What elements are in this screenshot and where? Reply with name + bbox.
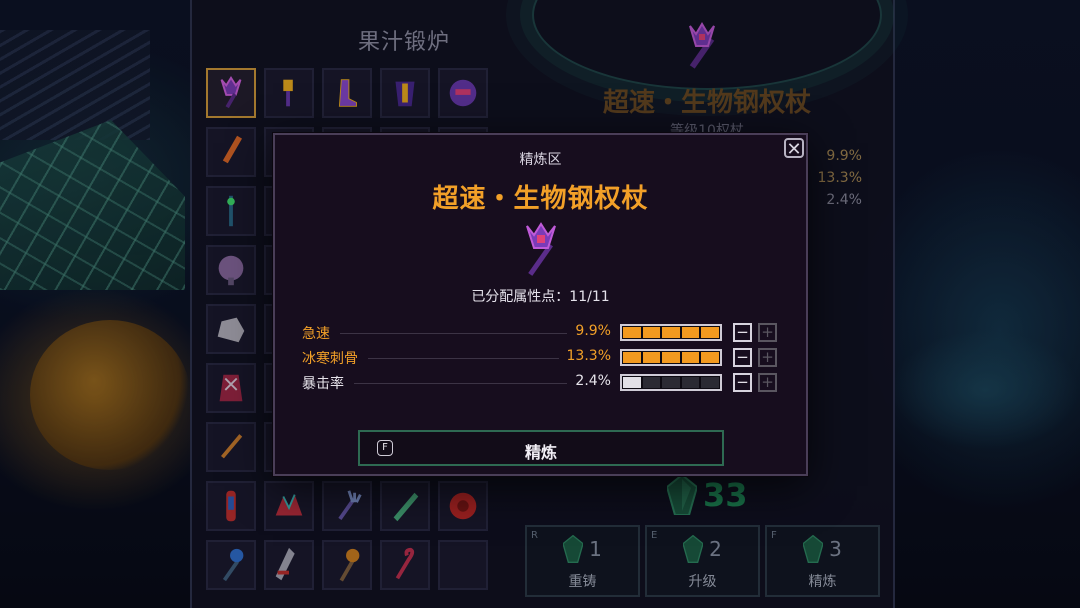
increase-stat-button[interactable]: + [758, 348, 777, 367]
stat-bar-segment [701, 352, 719, 363]
stat-bar-segment [681, 352, 700, 363]
stat-bar-segment [662, 377, 680, 388]
refine-button[interactable]: F 精炼 [358, 430, 724, 466]
stat-leader-line [368, 358, 559, 359]
increase-stat-button[interactable]: + [758, 373, 777, 392]
stat-bar-segment [662, 327, 680, 338]
stat-label: 急速 [302, 326, 330, 342]
stat-row: 暴击率 2.4% − + [302, 372, 782, 394]
refine-dialog: ✕ 精炼区 超速・生物钢权杖 已分配属性点：11/11 急速 9.9% − + 冰寒刺骨… [273, 133, 808, 476]
decrease-stat-button[interactable]: − [733, 373, 752, 392]
stat-bar-segment [701, 377, 719, 388]
stat-leader-line [354, 383, 568, 384]
stat-value: 2.4% [575, 373, 611, 389]
allocated-points: 已分配属性点：11/11 [471, 289, 610, 305]
stat-value: 13.3% [566, 348, 611, 364]
stat-bar-segment [662, 352, 680, 363]
stat-bar [620, 374, 722, 391]
stat-bar-segment [623, 377, 641, 388]
stat-bar-segment [642, 352, 661, 363]
stat-bar-segment [681, 377, 700, 388]
stat-bar [620, 324, 722, 341]
stat-bar [620, 349, 722, 366]
stat-bar-segment [623, 327, 641, 338]
increase-stat-button[interactable]: + [758, 323, 777, 342]
stat-label: 暴击率 [302, 376, 344, 392]
scepter-icon [526, 222, 556, 276]
stat-leader-line [340, 333, 568, 334]
dialog-header: 精炼区 [519, 152, 562, 168]
stat-bar-segment [642, 327, 661, 338]
stat-label: 冰寒刺骨 [302, 351, 358, 367]
stat-bar-segment [681, 327, 700, 338]
decrease-stat-button[interactable]: − [733, 348, 752, 367]
item-name: 超速・生物钢权杖 [432, 184, 649, 214]
stat-row: 冰寒刺骨 13.3% − + [302, 347, 782, 369]
stat-row: 急速 9.9% − + [302, 322, 782, 344]
decrease-stat-button[interactable]: − [733, 323, 752, 342]
refine-button-label: 精炼 [524, 443, 557, 462]
stat-bar-segment [623, 352, 641, 363]
stat-bar-segment [701, 327, 719, 338]
stat-value: 9.9% [575, 323, 611, 339]
stat-bar-segment [642, 377, 661, 388]
